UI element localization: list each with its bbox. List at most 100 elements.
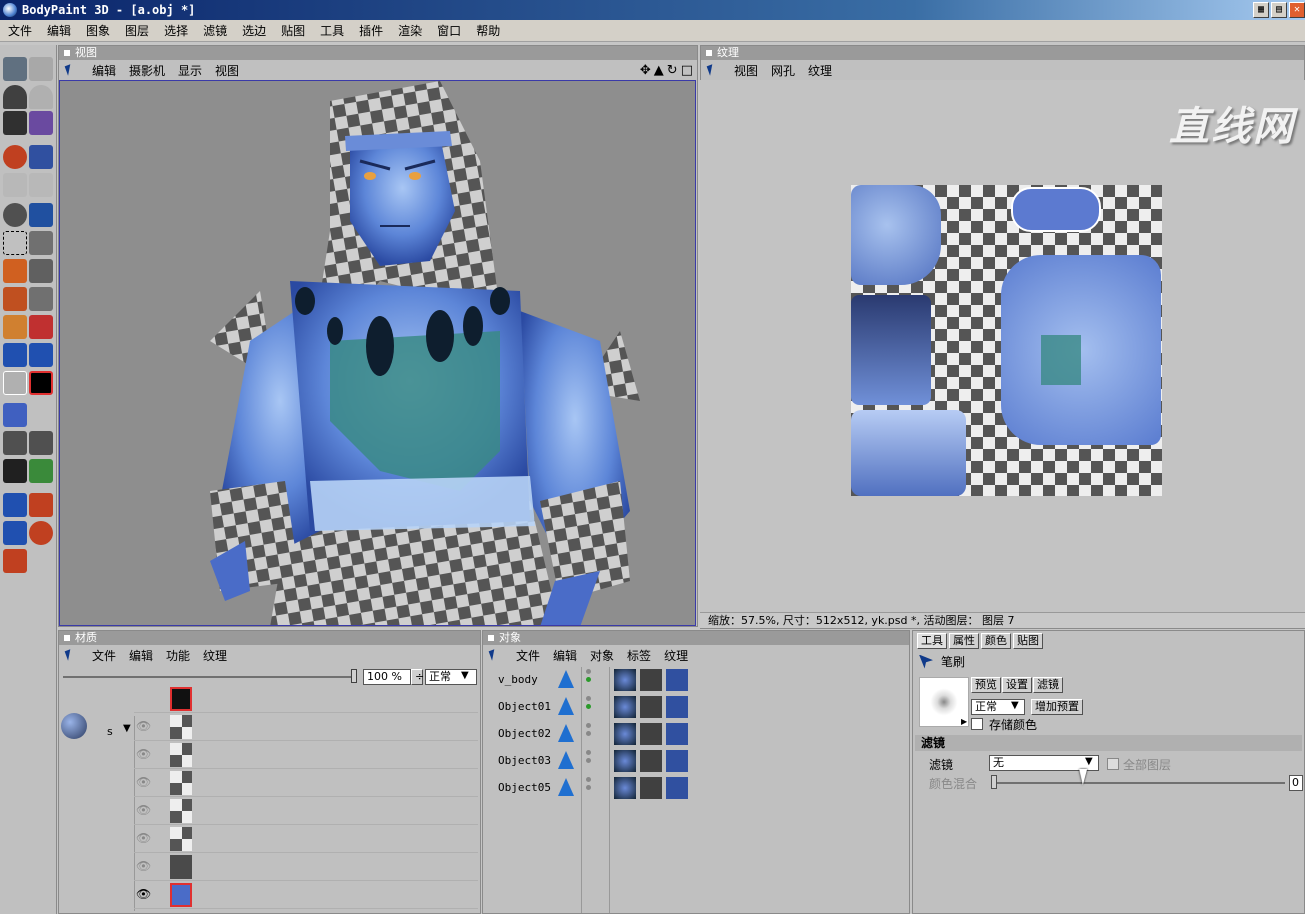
3d-viewport[interactable] xyxy=(59,80,696,626)
object-name[interactable]: Object02 xyxy=(498,727,551,740)
menu-help[interactable]: 帮助 xyxy=(476,22,500,39)
object-row[interactable]: Object02 xyxy=(488,721,708,747)
menu-render[interactable]: 渲染 xyxy=(398,22,422,39)
visibility-dots[interactable] xyxy=(586,777,591,797)
projection-icon[interactable] xyxy=(3,145,27,169)
polygon-fill-icon[interactable] xyxy=(29,343,53,367)
visibility-eye-icon[interactable]: 👁 xyxy=(136,803,151,817)
blend-mode-select[interactable]: 正常 xyxy=(425,669,477,685)
opacity-stepper[interactable]: ÷ xyxy=(411,669,424,685)
clone-icon[interactable] xyxy=(3,203,27,227)
swatch-icon[interactable] xyxy=(3,371,27,395)
menu-image[interactable]: 图象 xyxy=(86,22,110,39)
phong-tag-icon[interactable] xyxy=(614,696,636,718)
brush-icon[interactable] xyxy=(3,287,27,311)
menu-window[interactable]: 窗口 xyxy=(437,22,461,39)
uv-edit-icon[interactable] xyxy=(29,459,53,483)
objects-menu-object[interactable]: 对象 xyxy=(590,647,614,664)
visibility-eye-icon[interactable]: 👁 xyxy=(136,719,151,733)
uvw-tag-icon[interactable] xyxy=(666,723,688,745)
material-tag-icon[interactable] xyxy=(640,750,662,772)
viewport-menu-camera[interactable]: 摄影机 xyxy=(129,62,165,79)
layer-row[interactable] xyxy=(134,686,478,713)
phong-tag-icon[interactable] xyxy=(614,669,636,691)
phong-tag-icon[interactable] xyxy=(614,777,636,799)
objects-menu-file[interactable]: 文件 xyxy=(516,647,540,664)
object-name[interactable]: v_body xyxy=(498,673,538,686)
select-arrow-icon[interactable] xyxy=(3,493,27,517)
viewport-menu-display[interactable]: 显示 xyxy=(178,62,202,79)
eyedropper-icon[interactable] xyxy=(29,315,53,339)
axis-icon[interactable] xyxy=(3,403,27,427)
layout-icon[interactable]: ▦ xyxy=(1253,2,1269,18)
layer-row-active[interactable]: 👁 xyxy=(134,882,478,909)
opacity-slider-track[interactable] xyxy=(63,676,355,678)
visibility-eye-icon[interactable]: 👁 xyxy=(136,887,151,901)
pencil-icon[interactable] xyxy=(29,287,53,311)
object-name[interactable]: Object05 xyxy=(498,781,551,794)
texture-menu-texture[interactable]: 纹理 xyxy=(808,62,832,79)
filter-button[interactable]: 滤镜 xyxy=(1033,677,1063,693)
tab-color[interactable]: 颜色 xyxy=(981,633,1011,649)
object-name[interactable]: Object03 xyxy=(498,754,551,767)
layer-row[interactable]: 👁 xyxy=(134,714,478,741)
move-icon[interactable]: ✥ xyxy=(640,63,651,78)
viewport-menu-edit[interactable]: 编辑 xyxy=(92,62,116,79)
menu-edges[interactable]: 选边 xyxy=(242,22,266,39)
color-mix-slider-track[interactable] xyxy=(993,782,1285,784)
materials-menu-edit[interactable]: 编辑 xyxy=(129,647,153,664)
uvw-tag-icon[interactable] xyxy=(666,669,688,691)
opacity-field[interactable]: 100 % xyxy=(363,669,411,685)
uv-move-icon[interactable] xyxy=(3,521,27,545)
expand-chevron-icon[interactable]: ▼ xyxy=(123,723,131,734)
scale-icon[interactable] xyxy=(29,493,53,517)
rotate-icon[interactable]: ↻ xyxy=(667,63,678,78)
objects-menu-texture[interactable]: 纹理 xyxy=(664,647,688,664)
color-mix-field[interactable]: 0 xyxy=(1289,775,1303,791)
opacity-slider-thumb[interactable] xyxy=(351,669,357,683)
menu-tools[interactable]: 工具 xyxy=(320,22,344,39)
uv-texture-map[interactable] xyxy=(851,185,1162,496)
rect-select-icon[interactable] xyxy=(3,231,27,255)
menu-map[interactable]: 贴图 xyxy=(281,22,305,39)
visibility-eye-icon[interactable]: 👁 xyxy=(136,747,151,761)
object-row[interactable]: v_body xyxy=(488,667,708,693)
material-icon[interactable] xyxy=(29,145,53,169)
brush-mode-chevron-icon[interactable]: ▼ xyxy=(1011,700,1019,711)
material-tag-icon[interactable] xyxy=(640,669,662,691)
checker-icon[interactable] xyxy=(3,459,27,483)
visibility-eye-icon[interactable]: 👁 xyxy=(136,775,151,789)
uv-rotate-icon[interactable] xyxy=(29,521,53,545)
menu-layer[interactable]: 图层 xyxy=(125,22,149,39)
uv-points-icon[interactable] xyxy=(3,431,27,455)
object-row[interactable]: Object01 xyxy=(488,694,708,720)
preview-button[interactable]: 预览 xyxy=(971,677,1001,693)
undo-icon[interactable] xyxy=(3,85,27,109)
paint-wizard-icon[interactable] xyxy=(29,111,53,135)
eraser-icon[interactable] xyxy=(3,315,27,339)
add-preset-button[interactable]: 增加预置 xyxy=(1031,699,1083,715)
blend-mode-chevron-icon[interactable]: ▼ xyxy=(461,670,469,681)
materials-menu-function[interactable]: 功能 xyxy=(166,647,190,664)
object-name[interactable]: Object01 xyxy=(498,700,551,713)
settings-button[interactable]: 设置 xyxy=(1002,677,1032,693)
visibility-dots[interactable] xyxy=(586,669,591,689)
texture-canvas[interactable]: 直线网 xyxy=(700,80,1305,612)
object-row[interactable]: Object05 xyxy=(488,775,708,801)
layout-tool-icon[interactable] xyxy=(3,57,27,81)
visibility-dots[interactable] xyxy=(586,750,591,770)
uvw-tag-icon[interactable] xyxy=(666,777,688,799)
tab-tool[interactable]: 工具 xyxy=(917,633,947,649)
layer-row[interactable]: 👁 xyxy=(134,826,478,853)
layout-alt-icon[interactable] xyxy=(29,57,53,81)
texture-menu-view[interactable]: 视图 xyxy=(734,62,758,79)
transform-icon[interactable] xyxy=(29,259,53,283)
visibility-eye-icon[interactable]: 👁 xyxy=(136,831,151,845)
color-mix-slider-thumb[interactable] xyxy=(991,775,997,789)
maximize-icon[interactable]: □ xyxy=(681,63,693,78)
phong-tag-icon[interactable] xyxy=(614,723,636,745)
magnet-icon[interactable] xyxy=(3,549,27,573)
doc-icon[interactable]: ▤ xyxy=(1271,2,1287,18)
tab-map[interactable]: 贴图 xyxy=(1013,633,1043,649)
material-tag-icon[interactable] xyxy=(640,696,662,718)
